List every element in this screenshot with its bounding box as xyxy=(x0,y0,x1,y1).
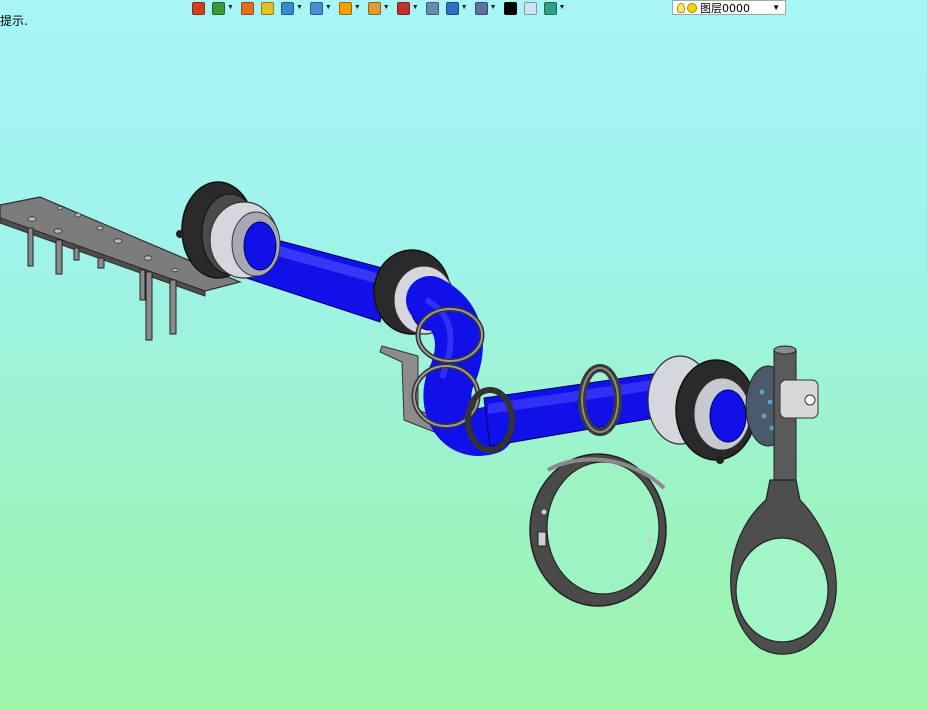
3d-viewport[interactable] xyxy=(0,0,927,710)
loose-ring xyxy=(529,453,667,607)
coupling-left xyxy=(176,181,281,279)
pipe-elbow xyxy=(406,276,514,456)
coupling-right xyxy=(647,355,791,464)
